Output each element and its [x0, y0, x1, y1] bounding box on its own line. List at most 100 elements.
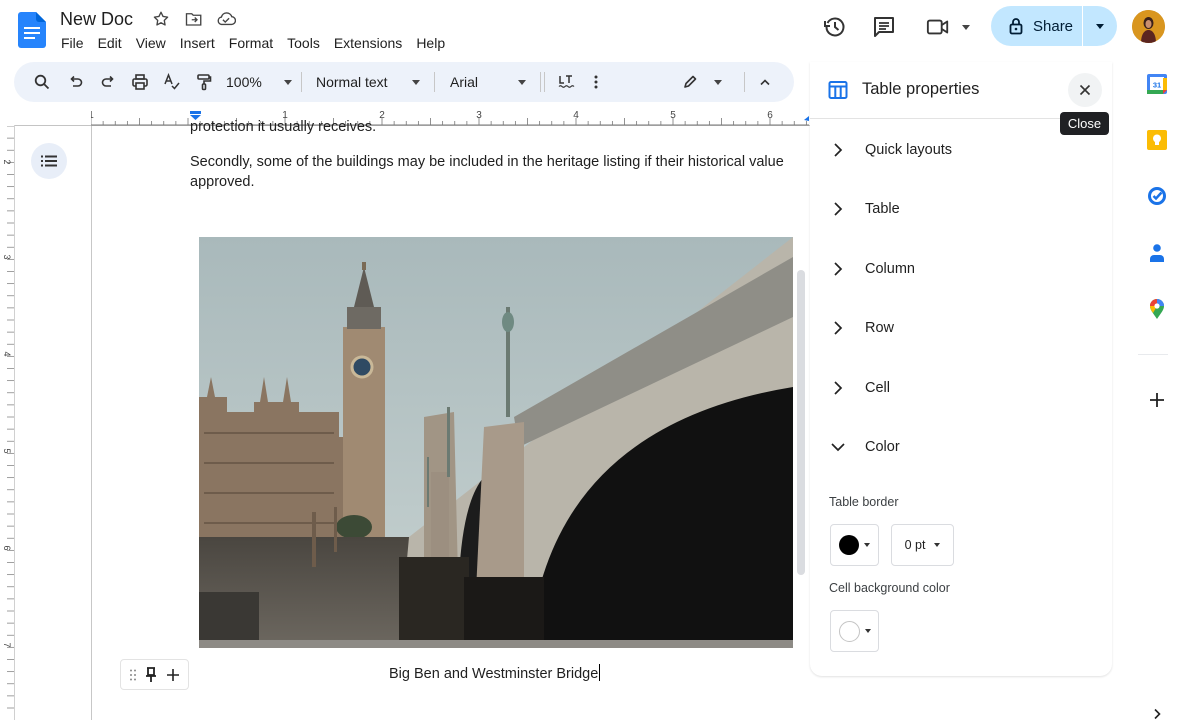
chevron-right-icon: [826, 316, 850, 340]
text-cursor: [599, 664, 601, 681]
menu-tools[interactable]: Tools: [280, 33, 327, 53]
close-panel-button[interactable]: [1068, 73, 1102, 107]
tasks-icon[interactable]: [1146, 185, 1168, 207]
panel-title: Table properties: [862, 80, 980, 98]
font-value: Arial: [450, 74, 479, 90]
chevron-right-icon: [826, 257, 850, 281]
toolbar: 100% Normal text Arial: [14, 62, 794, 102]
paint-format-button[interactable]: [192, 62, 216, 102]
section-quick-layouts[interactable]: Quick layouts: [826, 135, 1086, 165]
undo-button[interactable]: [64, 62, 88, 102]
section-label: Column: [865, 261, 915, 277]
section-row[interactable]: Row: [826, 313, 1086, 343]
avatar[interactable]: [1132, 10, 1165, 43]
cloud-saved-icon[interactable]: [216, 9, 236, 29]
document-paragraph-line[interactable]: approved.: [190, 172, 255, 192]
expand-panel-icon[interactable]: [1146, 703, 1168, 720]
section-table[interactable]: Table: [826, 194, 1086, 224]
cell-background-color-button[interactable]: [830, 610, 879, 652]
section-color[interactable]: Color: [826, 432, 1086, 462]
right-indent-marker: [804, 116, 809, 121]
search-icon: [34, 74, 50, 90]
caption-text: Big Ben and Westminster Bridge: [389, 666, 599, 682]
menu-extensions[interactable]: Extensions: [327, 33, 409, 53]
menu-help[interactable]: Help: [409, 33, 452, 53]
paragraph-style-value: Normal text: [316, 74, 388, 90]
star-icon[interactable]: [151, 9, 171, 29]
pin-icon[interactable]: [145, 666, 157, 683]
document-title[interactable]: New Doc: [60, 9, 133, 30]
hide-menus-button[interactable]: [754, 62, 776, 102]
keep-icon[interactable]: [1146, 129, 1168, 151]
chevron-right-icon: [826, 376, 850, 400]
section-label: Row: [865, 320, 895, 336]
document-outline-button[interactable]: [31, 143, 67, 179]
editing-mode-button[interactable]: [682, 62, 722, 102]
menu-format[interactable]: Format: [222, 33, 280, 53]
calendar-icon[interactable]: 31: [1146, 73, 1168, 95]
chevron-down-icon: [412, 79, 420, 85]
toolbar-divider: [540, 72, 541, 92]
undo-icon: [70, 75, 83, 87]
toolbar-divider: [544, 72, 545, 92]
contacts-icon[interactable]: [1146, 242, 1168, 264]
table-border-controls: 0 pt: [830, 524, 960, 566]
ruler-label: 3: [2, 254, 12, 259]
border-width-value: 0 pt: [904, 538, 926, 552]
font-select[interactable]: Arial: [450, 62, 526, 102]
border-width-select[interactable]: 0 pt: [891, 524, 954, 566]
more-icon: [594, 75, 598, 89]
text-formatting-button[interactable]: [555, 62, 577, 102]
share-button[interactable]: Share: [991, 6, 1083, 46]
maps-icon[interactable]: [1146, 298, 1168, 320]
menu-view[interactable]: View: [129, 33, 173, 53]
more-options-button[interactable]: [588, 62, 604, 102]
plus-icon[interactable]: [166, 668, 180, 682]
move-to-folder-icon[interactable]: [184, 9, 204, 29]
paint-format-icon: [197, 74, 212, 91]
share-label: Share: [1033, 17, 1074, 35]
section-label: Table: [865, 201, 900, 217]
ruler-label: 1: [91, 110, 94, 121]
svg-text:31: 31: [1153, 81, 1161, 90]
meet-button[interactable]: [926, 13, 970, 41]
spellcheck-button[interactable]: [160, 62, 184, 102]
ruler-label: 5: [2, 448, 12, 453]
search-menus-button[interactable]: [30, 62, 54, 102]
docs-logo[interactable]: [18, 12, 46, 48]
meet-icon: [926, 19, 949, 35]
paragraph-style-select[interactable]: Normal text: [316, 62, 420, 102]
zoom-select[interactable]: 100%: [226, 62, 292, 102]
chevron-down-icon: [934, 543, 941, 547]
zoom-value: 100%: [226, 74, 262, 90]
border-color-button[interactable]: [830, 524, 879, 566]
image-caption[interactable]: Big Ben and Westminster Bridge: [389, 664, 601, 682]
text-formatting-icon: [558, 75, 575, 88]
document-scrollbar[interactable]: [797, 270, 805, 575]
share-dropdown-button[interactable]: [1083, 23, 1117, 29]
comments-icon[interactable]: [870, 13, 898, 41]
vertical-ruler[interactable]: 2 3 4 5 6 7: [0, 126, 14, 720]
menu-file[interactable]: File: [54, 33, 91, 53]
drag-handle-icon[interactable]: [129, 669, 136, 681]
section-cell[interactable]: Cell: [826, 373, 1086, 403]
document-image[interactable]: [199, 237, 793, 648]
chevron-down-icon: [284, 79, 292, 85]
chevron-down-icon: [864, 543, 870, 547]
redo-button[interactable]: [96, 62, 120, 102]
list-icon: [41, 155, 57, 167]
document-paragraph-partial[interactable]: protection it usually receives.: [190, 116, 790, 134]
paragraph-text: protection it usually receives.: [190, 119, 377, 134]
chevron-down-icon: [864, 629, 871, 633]
redo-icon: [101, 75, 114, 87]
menu-edit[interactable]: Edit: [91, 33, 129, 53]
page-margin-line: [91, 125, 92, 720]
version-history-icon[interactable]: [821, 13, 849, 41]
print-button[interactable]: [128, 62, 152, 102]
document-paragraph-line[interactable]: Secondly, some of the buildings may be i…: [190, 152, 784, 172]
editing-mode-icon: [684, 75, 697, 88]
add-addon-icon[interactable]: [1146, 389, 1168, 411]
section-column[interactable]: Column: [826, 254, 1086, 284]
menu-insert[interactable]: Insert: [173, 33, 222, 53]
section-label: Quick layouts: [865, 142, 953, 158]
